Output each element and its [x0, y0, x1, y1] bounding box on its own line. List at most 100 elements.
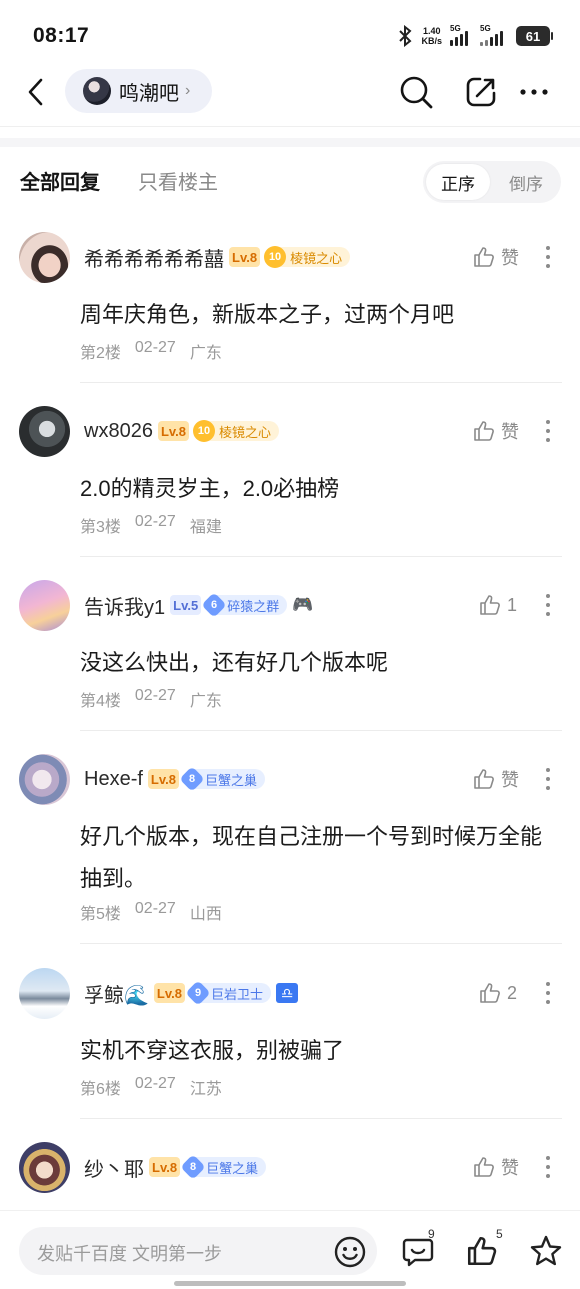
divider: [80, 382, 562, 383]
badge-title: 巨蟹之巢: [206, 1160, 259, 1176]
reply-filter-bar: 全部回复 只看楼主 正序 倒序: [0, 150, 580, 212]
ip-location: 福建: [189, 519, 222, 536]
reply-more-button[interactable]: [538, 242, 558, 272]
badge-title: 巨岩卫士: [210, 986, 263, 1002]
post-date: 02-27: [134, 900, 176, 917]
star-icon: [530, 1235, 562, 1266]
thumbs-up-icon: [480, 983, 500, 1003]
share-button[interactable]: [461, 72, 501, 112]
sort-toggle: 正序 倒序: [423, 161, 561, 203]
thumbs-up-icon: [480, 595, 500, 615]
floor-number: 第2楼: [80, 345, 121, 362]
avatar[interactable]: [19, 580, 70, 631]
ip-location: 广东: [189, 345, 222, 362]
username[interactable]: Hexe-f: [84, 768, 143, 791]
username[interactable]: 告诉我y1: [84, 591, 165, 620]
status-time: 08:17: [33, 24, 90, 47]
sort-asc-button[interactable]: 正序: [426, 164, 490, 200]
reply-more-button[interactable]: [538, 416, 558, 446]
more-vertical-icon: [546, 594, 550, 616]
like-button[interactable]: 赞: [472, 242, 519, 272]
favorite-button[interactable]: [526, 1231, 566, 1271]
avatar[interactable]: [19, 754, 70, 805]
username[interactable]: 希希希希希希囍: [84, 243, 224, 272]
like-count: 1: [507, 594, 518, 615]
floor-number: 第4楼: [80, 693, 121, 710]
reply-input[interactable]: 发贴千百度 文明第一步: [19, 1227, 377, 1275]
fan-badge: 8 巨蟹之巢: [180, 1154, 267, 1180]
reply-item[interactable]: Hexe-f Lv.8 8 巨蟹之巢 赞 好几个版本，现在自己注册一个号到时候万全…: [0, 742, 580, 956]
badge-level: 10: [264, 246, 287, 268]
user-line: Hexe-f Lv.8 8 巨蟹之巢: [84, 764, 265, 794]
like-button[interactable]: 赞: [472, 1152, 519, 1182]
badge-title: 碎猿之群: [227, 598, 280, 614]
floor-number: 第6楼: [80, 1081, 121, 1098]
level-badge: Lv.8: [157, 421, 189, 441]
sort-desc-button[interactable]: 倒序: [494, 164, 558, 200]
ip-location: 山西: [189, 906, 222, 923]
reply-meta: 第2楼 02-27 广东: [80, 339, 222, 363]
reply-item[interactable]: 告诉我y1 Lv.5 6 碎猿之群 🎮 1 没这么快出，还有好几个版本呢 第4楼 …: [0, 568, 580, 742]
reply-more-button[interactable]: [538, 764, 558, 794]
section-divider: [0, 138, 580, 147]
like-button[interactable]: 2: [478, 978, 517, 1008]
emoji-button[interactable]: [333, 1235, 367, 1269]
badge-title: 巨蟹之巢: [204, 772, 257, 788]
divider: [80, 556, 562, 557]
reply-item[interactable]: 纱丶耶 Lv.8 8 巨蟹之巢 赞: [0, 1130, 580, 1210]
reply-meta: 第6楼 02-27 江苏: [80, 1075, 222, 1099]
reply-more-button[interactable]: [538, 1152, 558, 1182]
reply-item[interactable]: 希希希希希希囍 Lv.8 10 棱镜之心 赞 周年庆角色，新版本之子，过两个月吧 …: [0, 220, 580, 394]
badge-level: 8: [180, 1154, 206, 1180]
reply-item[interactable]: wx8026 Lv.8 10 棱镜之心 赞 2.0的精灵岁主，2.0必抽榜 第3楼…: [0, 394, 580, 568]
username[interactable]: wx8026: [84, 420, 153, 443]
post-date: 02-27: [134, 339, 176, 356]
comment-count: 9: [428, 1227, 435, 1241]
badge-title: 棱镜之心: [290, 250, 343, 266]
back-arrow-icon: [28, 78, 43, 106]
floor-number: 第3楼: [80, 519, 121, 536]
avatar[interactable]: [19, 968, 70, 1019]
like-button[interactable]: 赞: [472, 764, 519, 794]
search-button[interactable]: [396, 72, 436, 112]
avatar[interactable]: [19, 232, 70, 283]
reply-content: 实机不穿这衣服，别被骗了: [80, 1038, 345, 1063]
libra-icon: ♎: [275, 983, 298, 1003]
badge-level: 8: [179, 766, 205, 792]
post-date: 02-27: [134, 513, 176, 530]
tab-owner-only[interactable]: 只看楼主: [138, 166, 218, 195]
thumbs-up-icon: [474, 1157, 494, 1177]
thumbs-up-icon: [474, 247, 494, 267]
username[interactable]: 纱丶耶: [84, 1153, 144, 1182]
reply-more-button[interactable]: [538, 590, 558, 620]
battery-icon: 61: [516, 26, 553, 46]
back-button[interactable]: [20, 74, 50, 110]
reply-content: 没这么快出，还有好几个版本呢: [80, 650, 389, 675]
bottom-action-bar: 发贴千百度 文明第一步 9 5: [0, 1210, 580, 1289]
tab-all-replies[interactable]: 全部回复: [20, 166, 100, 195]
user-line: 希希希希希希囍 Lv.8 10 棱镜之心: [84, 242, 351, 272]
top-nav: 鸣潮吧 ›: [0, 64, 580, 124]
divider: [80, 1118, 562, 1119]
ip-location: 江苏: [189, 1081, 222, 1098]
reply-more-button[interactable]: [538, 978, 558, 1008]
level-badge: Lv.8: [229, 247, 261, 267]
like-count: 2: [507, 982, 518, 1003]
reply-meta: 第3楼 02-27 福建: [80, 513, 222, 537]
username[interactable]: 孚鲸🌊: [84, 979, 149, 1008]
forum-name: 鸣潮吧: [119, 82, 179, 105]
avatar[interactable]: [19, 1142, 70, 1193]
search-icon: [400, 76, 433, 109]
more-vertical-icon: [546, 982, 550, 1004]
like-label: 赞: [501, 1158, 519, 1178]
avatar[interactable]: [19, 406, 70, 457]
forum-entry-button[interactable]: 鸣潮吧 ›: [65, 69, 212, 113]
signal-1-icon: 5G: [450, 24, 472, 46]
level-badge: Lv.8: [147, 769, 179, 789]
like-button[interactable]: 1: [478, 590, 517, 620]
home-indicator: [174, 1281, 406, 1286]
reply-item[interactable]: 孚鲸🌊 Lv.8 9 巨岩卫士 ♎ 2 实机不穿这衣服，别被骗了 第6楼 02-2…: [0, 956, 580, 1130]
chevron-right-icon: ›: [185, 82, 191, 99]
more-button[interactable]: [514, 72, 554, 112]
like-button[interactable]: 赞: [472, 416, 519, 446]
